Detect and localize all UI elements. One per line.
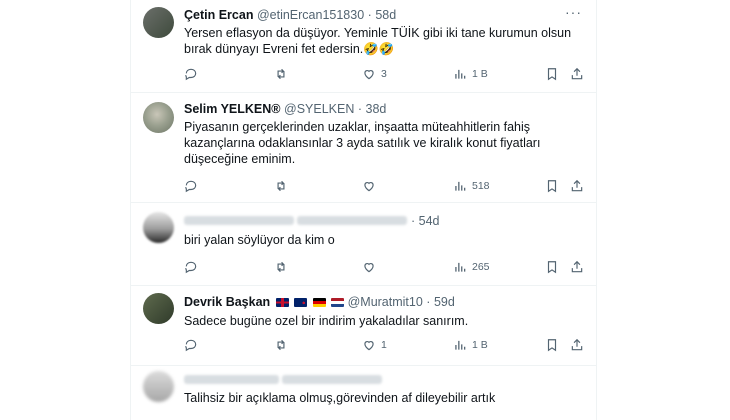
- reply-icon: [185, 68, 197, 81]
- views-button[interactable]: 1 B: [453, 66, 488, 82]
- retweet-button[interactable]: [274, 66, 293, 82]
- author-name[interactable]: Devrik Başkan: [184, 295, 270, 309]
- flag-nl-icon: [331, 298, 345, 307]
- share-button[interactable]: [570, 66, 584, 82]
- author-handle[interactable]: @Muratmit10: [348, 295, 423, 309]
- bookmark-icon: [547, 339, 557, 352]
- tweet[interactable]: Selim YELKEN® @SYELKEN · 38d Piyasanın g…: [131, 92, 596, 203]
- separator: ·: [410, 214, 416, 228]
- reply-button[interactable]: [184, 259, 203, 275]
- retweet-icon: [277, 339, 285, 351]
- share-icon: [571, 179, 583, 192]
- heart-icon: [364, 341, 374, 351]
- retweet-icon: [277, 68, 285, 80]
- avatar[interactable]: [143, 102, 174, 133]
- timestamp[interactable]: 58d: [375, 8, 396, 22]
- views-button[interactable]: 1 B: [453, 337, 488, 353]
- share-button[interactable]: [570, 178, 584, 194]
- avatar[interactable]: [143, 371, 174, 402]
- reply-button[interactable]: [184, 337, 203, 353]
- author-handle[interactable]: [297, 216, 408, 225]
- views-icon: [455, 340, 466, 350]
- timestamp[interactable]: 38d: [366, 102, 387, 116]
- share-button[interactable]: [570, 259, 584, 275]
- heart-icon: [364, 182, 374, 192]
- retweet-button[interactable]: [274, 259, 293, 275]
- author-handle[interactable]: @etinErcan151830: [257, 8, 364, 22]
- views-count: 265: [472, 261, 490, 273]
- reply-icon: [185, 261, 197, 274]
- likes-count: 1: [381, 339, 387, 351]
- action-bar: 1 1 B: [184, 337, 584, 353]
- views-button[interactable]: 265: [453, 259, 490, 275]
- tweet-text: Sadece bugüne ozel bir indirim yakaladıl…: [184, 314, 469, 328]
- separator: ·: [426, 295, 431, 309]
- tweet-feed: Çetin Ercan @etinErcan151830 · 58d ··· Y…: [130, 0, 597, 420]
- author-name[interactable]: [184, 375, 279, 384]
- reply-button[interactable]: [184, 66, 203, 82]
- flag-de-icon: [312, 298, 326, 307]
- like-button[interactable]: 1: [362, 337, 387, 353]
- reply-icon: [185, 180, 197, 193]
- tweet[interactable]: Devrik Başkan @Muratmit10 · 59d Sadece b…: [131, 285, 596, 366]
- tweet-text: Yersen eflasyon da düşüyor. Yeminle TÜİK…: [184, 26, 572, 56]
- reply-button[interactable]: [184, 178, 203, 194]
- retweet-button[interactable]: [274, 337, 293, 353]
- share-icon: [571, 67, 583, 80]
- retweet-icon: [277, 261, 285, 273]
- retweet-icon: [277, 180, 285, 192]
- like-button[interactable]: [362, 259, 381, 275]
- tweet[interactable]: Talihsiz bir açıklama olmuş,görevinden a…: [131, 365, 596, 420]
- share-button[interactable]: [570, 337, 584, 353]
- avatar[interactable]: [143, 293, 174, 324]
- action-bar: 3 1 B: [184, 66, 584, 82]
- action-bar: 265: [184, 259, 584, 275]
- flag-nz-icon: [294, 298, 308, 307]
- separator: ·: [357, 102, 363, 116]
- flag-uk-icon: [275, 298, 289, 307]
- heart-icon: [364, 70, 374, 80]
- heart-icon: [364, 263, 374, 273]
- bookmark-button[interactable]: [545, 337, 559, 353]
- bookmark-icon: [547, 261, 557, 274]
- author-name[interactable]: Çetin Ercan: [184, 8, 253, 22]
- views-button[interactable]: 518: [453, 178, 490, 194]
- like-button[interactable]: 3: [362, 66, 387, 82]
- timestamp[interactable]: 59d: [434, 295, 455, 309]
- tweet-text: Piyasanın gerçeklerinden uzaklar, inşaat…: [184, 120, 541, 166]
- views-count: 1 B: [472, 339, 488, 351]
- like-button[interactable]: [362, 178, 381, 194]
- likes-count: 3: [381, 68, 387, 80]
- tweet[interactable]: · 54d biri yalan söylüyor da kim o 265: [131, 202, 596, 286]
- bookmark-button[interactable]: [545, 259, 559, 275]
- share-icon: [571, 260, 583, 273]
- author-name[interactable]: Selim YELKEN®: [184, 102, 281, 116]
- views-count: 518: [472, 180, 490, 192]
- avatar[interactable]: [143, 212, 174, 243]
- reply-icon: [185, 339, 197, 352]
- views-count: 1 B: [472, 68, 488, 80]
- author-handle[interactable]: [282, 375, 383, 384]
- author-name[interactable]: [184, 216, 294, 225]
- bookmark-button[interactable]: [545, 178, 559, 194]
- views-icon: [455, 69, 466, 79]
- tweet-text: biri yalan söylüyor da kim o: [184, 233, 335, 247]
- avatar[interactable]: [143, 7, 174, 38]
- separator: ·: [367, 8, 372, 22]
- retweet-button[interactable]: [274, 178, 293, 194]
- views-icon: [455, 262, 466, 272]
- timestamp[interactable]: 54d: [419, 214, 440, 228]
- action-bar: 518: [184, 178, 584, 194]
- more-icon[interactable]: ···: [565, 4, 582, 20]
- share-icon: [571, 338, 583, 351]
- bookmark-icon: [547, 180, 557, 193]
- views-icon: [455, 181, 466, 191]
- bookmark-button[interactable]: [545, 66, 559, 82]
- bookmark-icon: [547, 68, 557, 81]
- author-handle[interactable]: @SYELKEN: [284, 102, 354, 116]
- tweet-text: Talihsiz bir açıklama olmuş,görevinden a…: [184, 391, 496, 405]
- tweet[interactable]: Çetin Ercan @etinErcan151830 · 58d ··· Y…: [131, 0, 596, 93]
